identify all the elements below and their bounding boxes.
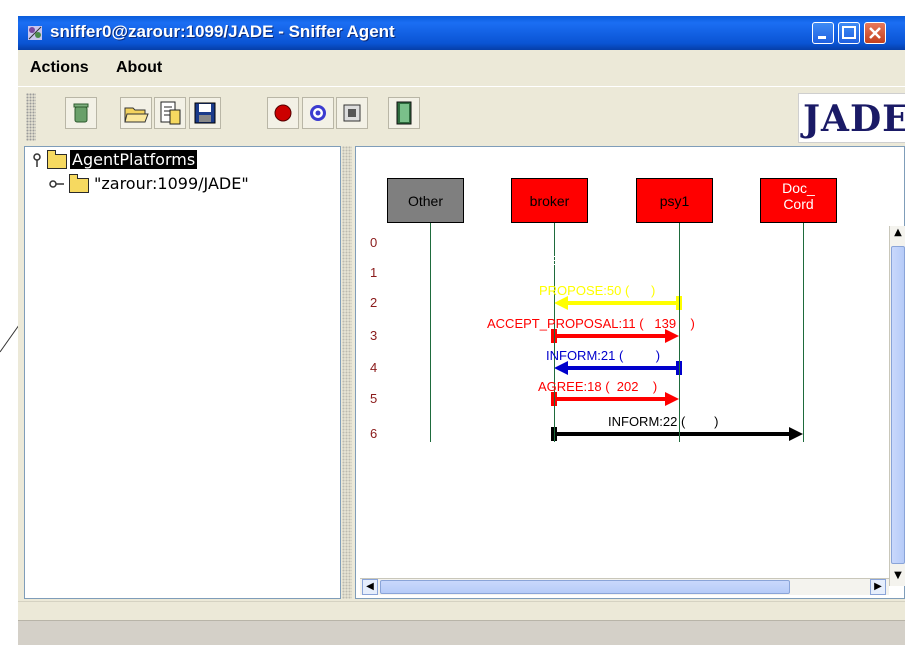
tree-expander-icon[interactable] [31,151,45,173]
save-button[interactable] [189,97,221,129]
floppy-disk-icon [190,102,220,132]
jade-app-icon [26,24,44,42]
tree-node-label: "zarour:1099/JADE" [94,174,249,193]
minimize-button[interactable] [812,22,834,44]
message-sequence-canvas: Other broker psy1 Doc_ Cord 0 1 2 3 4 5 6 REQUEST:1… [355,146,905,599]
trash-can-icon [66,103,96,132]
panel-splitter[interactable] [342,146,352,599]
sniffer-agent-window: sniffer0@zarour:1099/JADE - Sniffer Agen… [18,16,905,645]
record-button[interactable] [267,97,299,129]
agent-box-1[interactable]: broker [511,178,588,223]
message-label: INFORM:21 ( ) [546,348,661,363]
sniff-button[interactable] [302,97,334,129]
folder-icon [47,150,67,169]
agent-box-0[interactable]: Other [387,178,464,223]
scroll-left-arrow-icon[interactable]: ◀ [362,579,378,595]
agent-lifeline [430,223,431,442]
agent-lifeline [679,223,680,442]
display-log-button[interactable] [154,97,186,129]
record-red-dot-icon [268,104,298,132]
agent-box-2[interactable]: psy1 [636,178,713,223]
toolbar: JADE [18,86,905,147]
tree-expander-icon[interactable] [49,176,65,195]
horizontal-scrollbar[interactable]: ◀ ▶ [360,578,889,595]
agent-name: psy1 [659,193,690,209]
message-arrow[interactable] [554,296,682,310]
filter-button[interactable] [336,97,368,129]
row-number: 3 [370,328,378,343]
open-button[interactable] [120,97,152,129]
scroll-up-arrow-icon[interactable]: ▲ [890,226,905,242]
tree-node-label: AgentPlatforms [70,150,198,169]
message-arrow[interactable] [551,427,803,441]
open-folder-icon [121,107,151,132]
agent-tree-panel: AgentPlatforms "zarour:1099/JADE" [24,146,341,599]
jade-logo-text: JADE [803,98,905,140]
vertical-scrollbar[interactable]: ▲ ▼ [889,226,905,586]
target-circle-icon [303,105,333,132]
status-bar-lower [18,620,905,645]
maximize-button[interactable] [838,22,860,44]
exit-door-icon [389,101,419,132]
title-bar: sniffer0@zarour:1099/JADE - Sniffer Agen… [18,16,905,50]
row-number: 2 [370,295,378,310]
message-label: REQUEST:10 ( ) [541,253,655,268]
menu-about[interactable]: About [116,59,162,77]
message-label: PROPOSE:50 ( ) [539,283,656,298]
row-number: 1 [370,265,378,280]
row-number: 5 [370,391,378,406]
window-title: sniffer0@zarour:1099/JADE - Sniffer Agen… [50,22,395,41]
message-arrow[interactable] [554,361,682,375]
clear-canvas-button[interactable] [65,97,97,129]
toolbar-grip[interactable] [26,93,36,141]
status-bar-upper [18,601,905,620]
scroll-right-arrow-icon[interactable]: ▶ [870,579,886,595]
scroll-down-arrow-icon[interactable]: ▼ [890,569,905,585]
jade-logo: JADE [798,93,905,143]
horizontal-scroll-thumb[interactable] [380,580,790,594]
row-number: 4 [370,360,378,375]
tree-node-agentplatforms[interactable]: AgentPlatforms [25,149,325,171]
agent-box-3[interactable]: Doc_ Cord [760,178,837,223]
filter-square-icon [337,104,367,132]
message-label: INFORM:22 ( ) [608,414,719,429]
message-label: ACCEPT_PROPOSAL:11 ( 139 ) [487,316,695,331]
menu-actions[interactable]: Actions [30,59,89,77]
tree-node-platform[interactable]: "zarour:1099/JADE" [25,173,335,195]
log-file-icon [155,101,185,132]
agent-name: broker [529,193,570,209]
vertical-scroll-thumb[interactable] [891,246,905,564]
message-arrow[interactable] [551,392,679,406]
menu-bar: Actions About [18,50,905,84]
folder-icon [69,174,89,193]
agent-name: Doc_ Cord [782,180,815,212]
row-number: 6 [370,426,378,441]
message-label: AGREE:18 ( 202 ) [538,379,658,394]
agent-name: Other [407,193,443,209]
message-arrow[interactable] [551,266,679,280]
message-arrow[interactable] [551,329,679,343]
exit-button[interactable] [388,97,420,129]
row-number: 0 [370,235,378,250]
agent-lifeline [803,223,804,442]
close-button[interactable] [864,22,886,44]
